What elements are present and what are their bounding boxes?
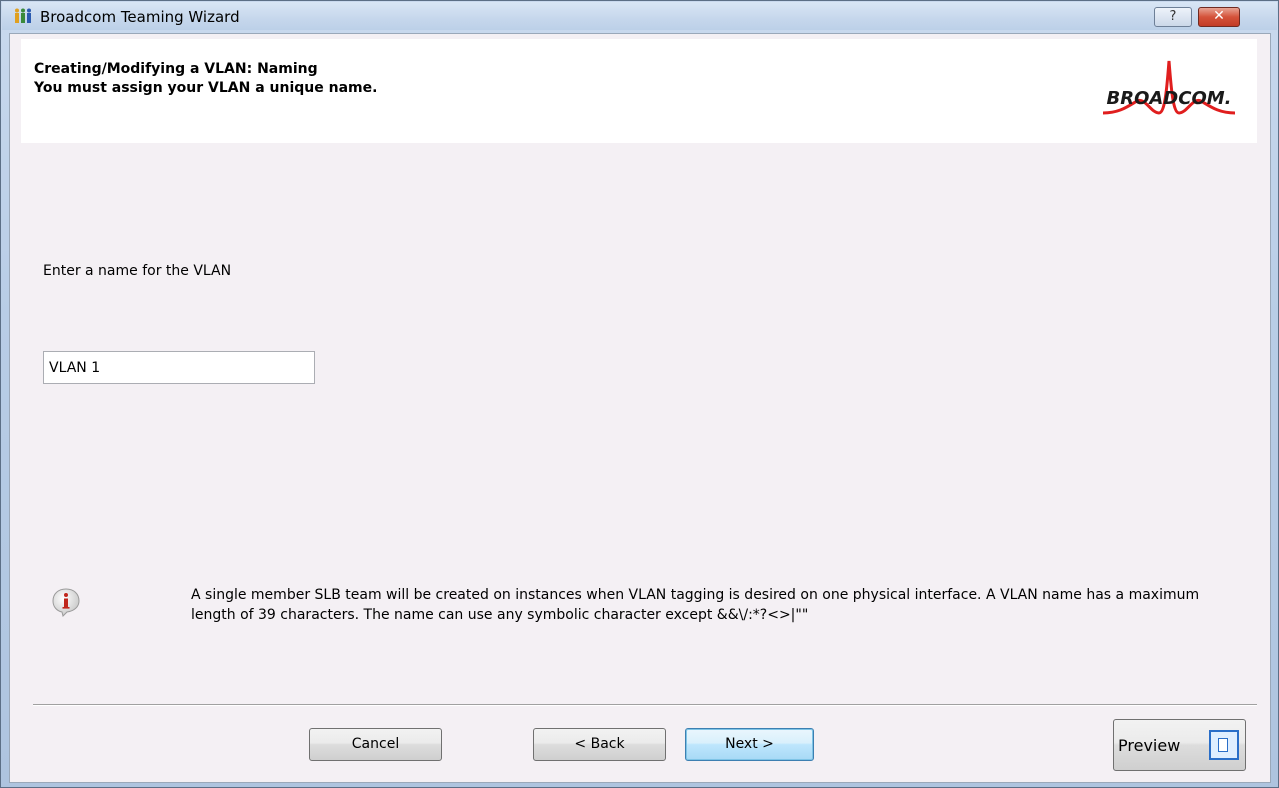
page-title: Creating/Modifying a VLAN: Naming	[34, 61, 318, 77]
back-button[interactable]: < Back	[533, 728, 666, 761]
window-title: Broadcom Teaming Wizard	[40, 8, 240, 26]
next-button[interactable]: Next >	[685, 728, 814, 761]
title-bar[interactable]: Broadcom Teaming Wizard ? ✕	[2, 2, 1277, 30]
wizard-header: Creating/Modifying a VLAN: Naming You mu…	[21, 39, 1257, 143]
vlan-name-label: Enter a name for the VLAN	[43, 263, 232, 279]
vlan-name-input[interactable]	[43, 351, 315, 384]
info-message: A single member SLB team will be created…	[191, 587, 1200, 623]
preview-label: Preview	[1118, 736, 1181, 755]
info-icon	[52, 588, 80, 617]
preview-button[interactable]: Preview	[1113, 719, 1246, 771]
cancel-button[interactable]: Cancel	[309, 728, 442, 761]
svg-text:BROADCOM.: BROADCOM.	[1106, 88, 1231, 109]
page-subtitle: You must assign your VLAN a unique name.	[34, 80, 378, 96]
help-button[interactable]: ?	[1154, 7, 1192, 27]
footer-separator	[33, 704, 1257, 706]
close-button[interactable]: ✕	[1198, 7, 1240, 27]
wizard-client-area	[9, 33, 1271, 783]
broadcom-logo: BROADCOM.	[1102, 60, 1236, 115]
broadcom-app-icon	[15, 8, 31, 23]
wizard-window: Broadcom Teaming Wizard ? ✕ Creating/Mod…	[0, 0, 1279, 788]
preview-panel-icon	[1209, 730, 1239, 760]
